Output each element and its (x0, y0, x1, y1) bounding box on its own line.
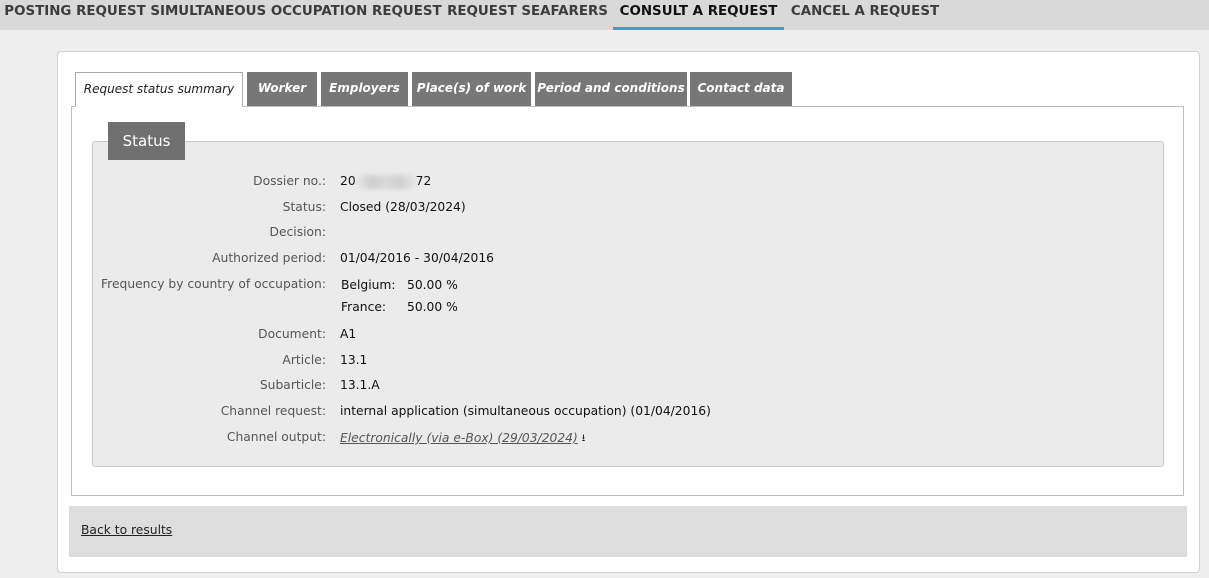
dossier-suffix: 72 (415, 174, 432, 188)
nav-tab-request-seafarers[interactable]: REQUEST SEAFARERS (442, 0, 613, 30)
tab-worker[interactable]: Worker (247, 72, 317, 106)
tab-request-status-summary[interactable]: Request status summary (75, 72, 243, 107)
top-navigation: POSTING REQUEST SIMULTANEOUS OCCUPATION … (0, 0, 1209, 30)
download-icon[interactable]: ⭳ (582, 431, 586, 448)
channel-output-label: Channel output: (226, 430, 326, 444)
nav-tab-cancel-request[interactable]: CANCEL A REQUEST (784, 0, 946, 30)
dossier-prefix: 20 (340, 174, 356, 188)
document-value: A1 (340, 327, 357, 341)
frequency-label: Frequency by country of occupation: (100, 277, 326, 291)
authorized-period-value: 01/04/2016 - 30/04/2016 (340, 251, 495, 265)
channel-output-value: Electronically (via e-Box) (29/03/2024) ⭳ (340, 431, 585, 448)
redacted-blur (356, 174, 415, 189)
subarticle-value: 13.1.A (340, 378, 380, 392)
authorized-period-label: Authorized period: (212, 251, 326, 265)
dossier-value: 20 72 (340, 174, 431, 189)
tab-places-of-work[interactable]: Place(s) of work (412, 72, 531, 106)
frequency-value-belgium: 50.00 % (407, 278, 458, 292)
channel-request-value: internal application (simultaneous occup… (340, 404, 711, 418)
tab-period-and-conditions[interactable]: Period and conditions (535, 72, 687, 106)
back-to-results-link[interactable]: Back to results (81, 523, 172, 537)
footer-bar: Back to results (69, 506, 1187, 557)
tab-contact-data[interactable]: Contact data (690, 72, 792, 106)
channel-output-link[interactable]: Electronically (via e-Box) (29/03/2024) (340, 431, 578, 445)
dossier-label: Dossier no.: (253, 174, 326, 188)
subarticle-label: Subarticle: (259, 378, 326, 392)
document-label: Document: (258, 327, 326, 341)
status-section (92, 141, 1164, 467)
frequency-country-france: France: (341, 300, 387, 314)
decision-label: Decision: (269, 225, 327, 239)
status-heading: Status (108, 122, 185, 160)
status-label: Status: (282, 200, 326, 214)
article-label: Article: (282, 353, 326, 367)
nav-tab-posting-request[interactable]: POSTING REQUEST (0, 0, 150, 30)
nav-tab-consult-request[interactable]: CONSULT A REQUEST (613, 0, 784, 30)
tab-employers[interactable]: Employers (321, 72, 408, 106)
article-value: 13.1 (340, 353, 368, 367)
status-value: Closed (28/03/2024) (340, 200, 466, 214)
nav-tab-simultaneous-occupation[interactable]: SIMULTANEOUS OCCUPATION REQUEST (150, 0, 442, 30)
channel-request-label: Channel request: (220, 404, 326, 418)
frequency-country-belgium: Belgium: (341, 278, 396, 292)
frequency-value-france: 50.00 % (407, 300, 458, 314)
